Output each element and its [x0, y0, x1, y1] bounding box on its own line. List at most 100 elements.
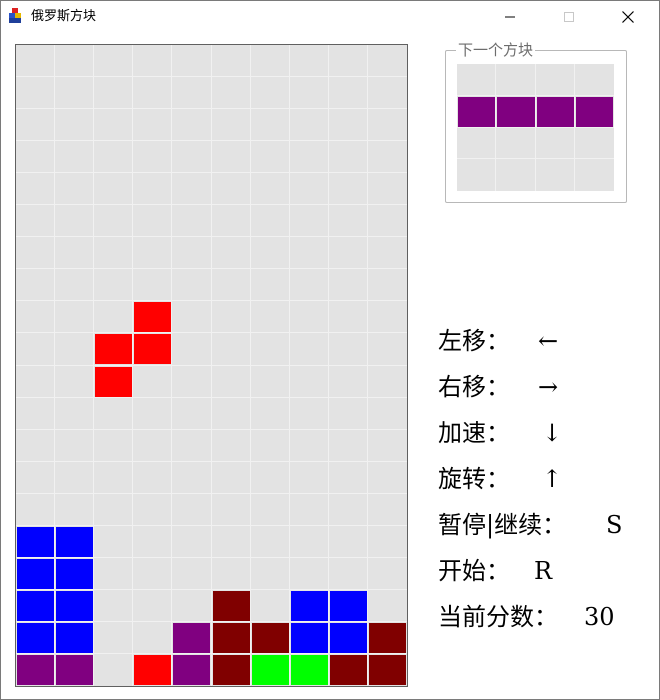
board-gridline: [16, 396, 407, 398]
close-icon: [622, 10, 634, 23]
control-start: 开始： R: [438, 551, 552, 591]
minimize-button[interactable]: [487, 1, 533, 32]
board-gridline: [16, 140, 407, 142]
board-gridline: [171, 45, 173, 686]
board-gridline: [249, 45, 251, 686]
board-gridline: [16, 172, 407, 174]
next-piece-gridline: [457, 158, 614, 160]
maximize-button[interactable]: [546, 1, 592, 32]
board-block: [212, 622, 250, 653]
board-block: [212, 654, 250, 685]
board-gridline: [16, 236, 407, 238]
board-block: [134, 302, 172, 333]
next-piece-block: [458, 96, 496, 127]
title-bar[interactable]: 俄罗斯方块: [1, 1, 659, 32]
game-board[interactable]: [15, 44, 408, 687]
start-label: 开始：: [438, 557, 510, 585]
board-block: [173, 622, 211, 653]
board-block: [212, 590, 250, 621]
next-piece-gridline: [457, 126, 614, 128]
next-piece-gridline: [573, 64, 575, 191]
left-arrow-key: ←: [538, 327, 559, 355]
board-block: [95, 334, 133, 365]
board-gridline: [16, 492, 407, 494]
next-piece-block: [536, 96, 574, 127]
board-gridline: [366, 45, 368, 686]
control-move-left: 左移： ←: [438, 321, 558, 361]
control-speed-up: 加速： ↓: [438, 413, 562, 453]
app-window: 俄罗斯方块 下一个方块 左移： ← 右移： → 加速： ↓ 旋转： ↑ 暂停|继…: [0, 0, 660, 700]
next-piece-gridline: [534, 64, 536, 191]
maximize-icon: [564, 11, 574, 22]
board-block: [290, 622, 328, 653]
board-block: [368, 622, 406, 653]
board-gridline: [16, 620, 407, 622]
board-gridline: [16, 364, 407, 366]
board-gridline: [16, 556, 407, 558]
move-left-label: 左移：: [438, 327, 510, 355]
board-gridline: [16, 332, 407, 334]
board-block: [329, 654, 367, 685]
window-title: 俄罗斯方块: [31, 9, 97, 24]
board-gridline: [16, 268, 407, 270]
board-block: [329, 622, 367, 653]
minimize-icon: [505, 16, 515, 17]
board-block: [17, 590, 55, 621]
board-block: [56, 622, 94, 653]
next-piece-block: [497, 96, 535, 127]
board-block: [17, 622, 55, 653]
board-gridline: [93, 45, 95, 686]
board-gridline: [16, 204, 407, 206]
control-pause: 暂停|继续： S: [438, 505, 622, 545]
board-block: [329, 590, 367, 621]
board-block: [290, 654, 328, 685]
board-block: [56, 590, 94, 621]
next-piece-gridline: [457, 94, 614, 96]
board-gridline: [16, 652, 407, 654]
start-key: R: [534, 557, 553, 585]
board-gridline: [16, 460, 407, 462]
board-block: [56, 558, 94, 589]
board-block: [134, 654, 172, 685]
pause-label: 暂停|继续：: [438, 511, 567, 539]
rotate-label: 旋转：: [438, 465, 510, 493]
board-block: [251, 622, 289, 653]
board-gridline: [54, 45, 56, 686]
board-gridline: [288, 45, 290, 686]
board-block: [56, 526, 94, 557]
control-rotate: 旋转： ↑: [438, 459, 562, 499]
board-block: [56, 654, 94, 685]
board-block: [251, 654, 289, 685]
right-arrow-key: →: [538, 373, 559, 401]
close-button[interactable]: [605, 1, 651, 32]
pause-key: S: [606, 511, 623, 539]
board-block: [134, 334, 172, 365]
tetris-app-icon: [9, 8, 23, 24]
score-value: 30: [584, 603, 615, 631]
board-block: [17, 558, 55, 589]
board-block: [17, 654, 55, 685]
speed-up-label: 加速：: [438, 419, 510, 447]
next-piece-legend: 下一个方块: [456, 41, 536, 59]
board-gridline: [16, 76, 407, 78]
board-gridline: [132, 45, 134, 686]
next-piece-panel: 下一个方块: [445, 41, 627, 203]
control-move-right: 右移： →: [438, 367, 558, 407]
board-block: [173, 654, 211, 685]
up-arrow-key: ↑: [542, 465, 563, 493]
board-gridline: [16, 588, 407, 590]
board-gridline: [16, 108, 407, 110]
score-row: 当前分数： 30: [438, 597, 615, 637]
board-gridline: [16, 428, 407, 430]
board-gridline: [16, 300, 407, 302]
score-label: 当前分数：: [438, 603, 558, 631]
next-piece-block: [575, 96, 613, 127]
board-block: [290, 590, 328, 621]
move-right-label: 右移：: [438, 373, 510, 401]
board-block: [17, 526, 55, 557]
next-piece-gridline: [495, 64, 497, 191]
board-gridline: [16, 524, 407, 526]
board-block: [95, 366, 133, 397]
board-gridline: [210, 45, 212, 686]
next-piece-grid: [457, 64, 614, 191]
